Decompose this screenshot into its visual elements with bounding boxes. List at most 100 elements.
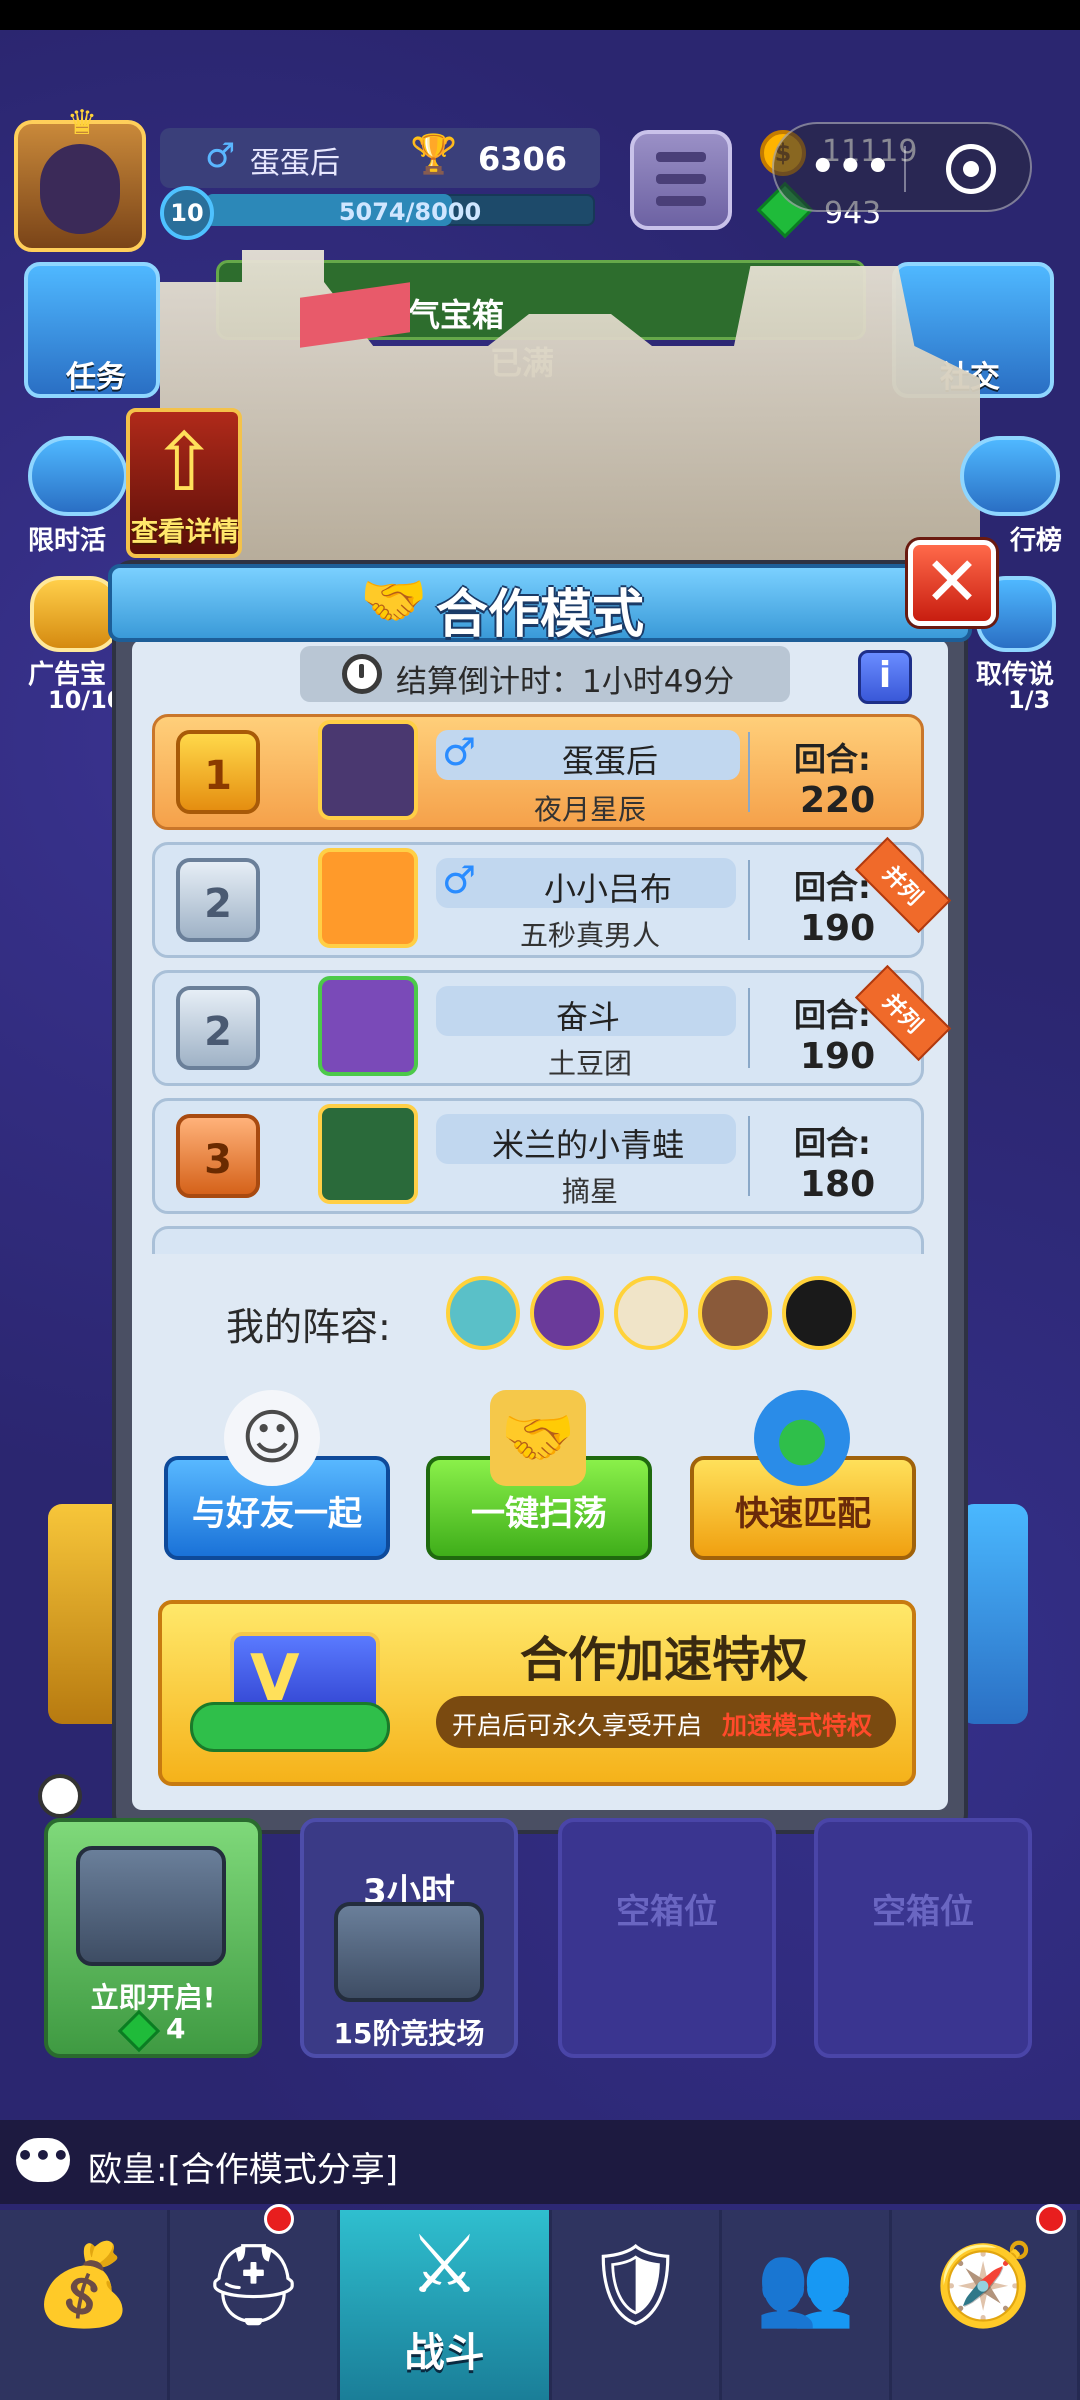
quick-match-label: 快速匹配: [735, 1494, 871, 1534]
empty-slot-label: 空箱位: [872, 1892, 974, 1932]
leaderboard-label: 行榜: [1010, 526, 1063, 556]
dialog-title: 合作模式: [435, 585, 644, 645]
pet-avatar[interactable]: [530, 1276, 604, 1350]
chest-icon: [334, 1902, 484, 2002]
close-button[interactable]: ✕: [908, 540, 996, 626]
menu-icon-line: [656, 196, 706, 206]
rank-medal-silver: 2: [176, 986, 260, 1070]
player-name-3: 奋斗: [555, 998, 620, 1036]
nav-battle-label: 战斗: [404, 2330, 485, 2376]
clock-icon: [38, 1774, 82, 1818]
vip-chest-illustration: V: [190, 1622, 410, 1762]
exit-target-icon[interactable]: [946, 144, 996, 194]
limited-event-button[interactable]: [28, 436, 128, 516]
empty-chest-slot[interactable]: [814, 1818, 1032, 2058]
ticket-icon: 🤝: [490, 1390, 586, 1486]
player-avatar[interactable]: ♛: [14, 106, 146, 252]
pet-avatar[interactable]: [614, 1276, 688, 1350]
limited-event-label: 限时活: [28, 526, 107, 556]
team-name-3: 土豆团: [547, 1047, 632, 1080]
row-divider: [748, 988, 750, 1068]
player-name-1: 蛋蛋后: [561, 742, 658, 780]
male-icon: ♂: [442, 730, 477, 774]
nav-explore[interactable]: 🧭: [892, 2210, 1080, 2400]
player-avatar-4: [318, 1104, 418, 1204]
close-icon: ✕: [923, 543, 981, 622]
menu-button[interactable]: [630, 130, 732, 230]
rank-medal-bronze: 3: [176, 1114, 260, 1198]
shield-icon: 🛡: [584, 2238, 687, 2331]
lineup-label: 我的阵容:: [226, 1305, 391, 1349]
male-icon: ♂: [442, 858, 477, 902]
chat-icon: •••: [16, 2138, 70, 2182]
mini-program-capsule[interactable]: •••: [772, 122, 1032, 212]
open-now-label: 立即开启!: [90, 1981, 216, 2014]
trophy-count: 6306: [478, 140, 568, 178]
row-divider: [748, 732, 750, 812]
player-name: 蛋蛋后: [250, 146, 340, 181]
empty-slot-label: 空箱位: [616, 1892, 718, 1932]
task-label: 任务: [66, 360, 126, 395]
team-name-4: 摘星: [561, 1175, 618, 1208]
trophy-icon: 🏆: [410, 132, 458, 176]
round-label-1: 回合:: [794, 740, 871, 778]
empty-chest-slot[interactable]: [558, 1818, 776, 2058]
player-avatar-3: [318, 976, 418, 1076]
nav-team[interactable]: 👥: [722, 2210, 892, 2400]
avatar-face: [40, 144, 120, 234]
row-divider: [748, 1116, 750, 1196]
player-avatar-1: [318, 720, 418, 820]
team-name-2: 五秒真男人: [519, 919, 660, 952]
chest-arena-label: 15阶竞技场: [333, 2017, 485, 2050]
nav-treasure[interactable]: 💰: [0, 2210, 170, 2400]
ranking-row-partial: [152, 1226, 924, 1254]
menu-icon-line: [656, 174, 706, 184]
more-icon[interactable]: •••: [810, 144, 893, 190]
team-name-1: 夜月星辰: [533, 793, 646, 826]
one-click-sweep-label: 一键扫荡: [471, 1494, 607, 1534]
open-cost: 4: [166, 2012, 186, 2045]
pet-avatar[interactable]: [782, 1276, 856, 1350]
side-panel-right: [960, 1504, 1028, 1724]
knight-icon: ⛑: [202, 2238, 305, 2331]
leaderboard-button[interactable]: [960, 436, 1060, 516]
ad-chest-button[interactable]: [30, 576, 120, 652]
vip-title: 合作加速特权: [520, 1632, 809, 1688]
round-value-3: 190: [800, 1036, 876, 1077]
clock-icon: [342, 654, 382, 694]
male-icon: ♂: [205, 136, 236, 176]
countdown-text: 结算倒计时：1小时49分: [396, 664, 735, 700]
vip-description: 开启后可永久享受开启: [452, 1711, 703, 1740]
globe-icon: ●: [754, 1390, 850, 1486]
ghost-icon: ☺: [224, 1390, 320, 1486]
nav-knight[interactable]: ⛑: [170, 2210, 340, 2400]
chat-message: 欧皇:[合作模式分享]: [88, 2150, 398, 2190]
vip-highlight: 加速模式特权: [722, 1711, 873, 1740]
view-detail-label: 查看详情: [131, 517, 239, 548]
rank-medal-gold: 1: [176, 730, 260, 814]
nav-battle[interactable]: ⚔ 战斗: [340, 2210, 552, 2400]
play-with-friends-label: 与好友一起: [192, 1494, 362, 1534]
xp-text: 5074/8000: [338, 198, 482, 226]
level-badge: 10: [160, 186, 214, 240]
team-icon: 👥: [755, 2238, 856, 2331]
status-bar: [0, 0, 1080, 30]
player-name-4: 米兰的小青蛙: [491, 1126, 684, 1164]
player-avatar-2: [318, 848, 418, 948]
legend-count: 1/3: [1008, 686, 1051, 714]
nav-clan[interactable]: 🛡: [552, 2210, 722, 2400]
treasure-icon: 💰: [33, 2238, 134, 2331]
crown-icon: ♛: [66, 103, 98, 143]
pet-avatar[interactable]: [698, 1276, 772, 1350]
notification-dot: [1036, 2204, 1066, 2234]
pet-avatar[interactable]: [446, 1276, 520, 1350]
row-divider: [748, 860, 750, 940]
chest-icon: [76, 1846, 226, 1966]
round-value-4: 180: [800, 1164, 876, 1205]
gem-pile-icon: [190, 1702, 390, 1752]
notification-dot: [264, 2204, 294, 2234]
info-button[interactable]: i: [858, 650, 912, 704]
capsule-divider: [904, 146, 906, 192]
round-value-1: 220: [800, 780, 876, 821]
menu-icon: [656, 152, 706, 162]
